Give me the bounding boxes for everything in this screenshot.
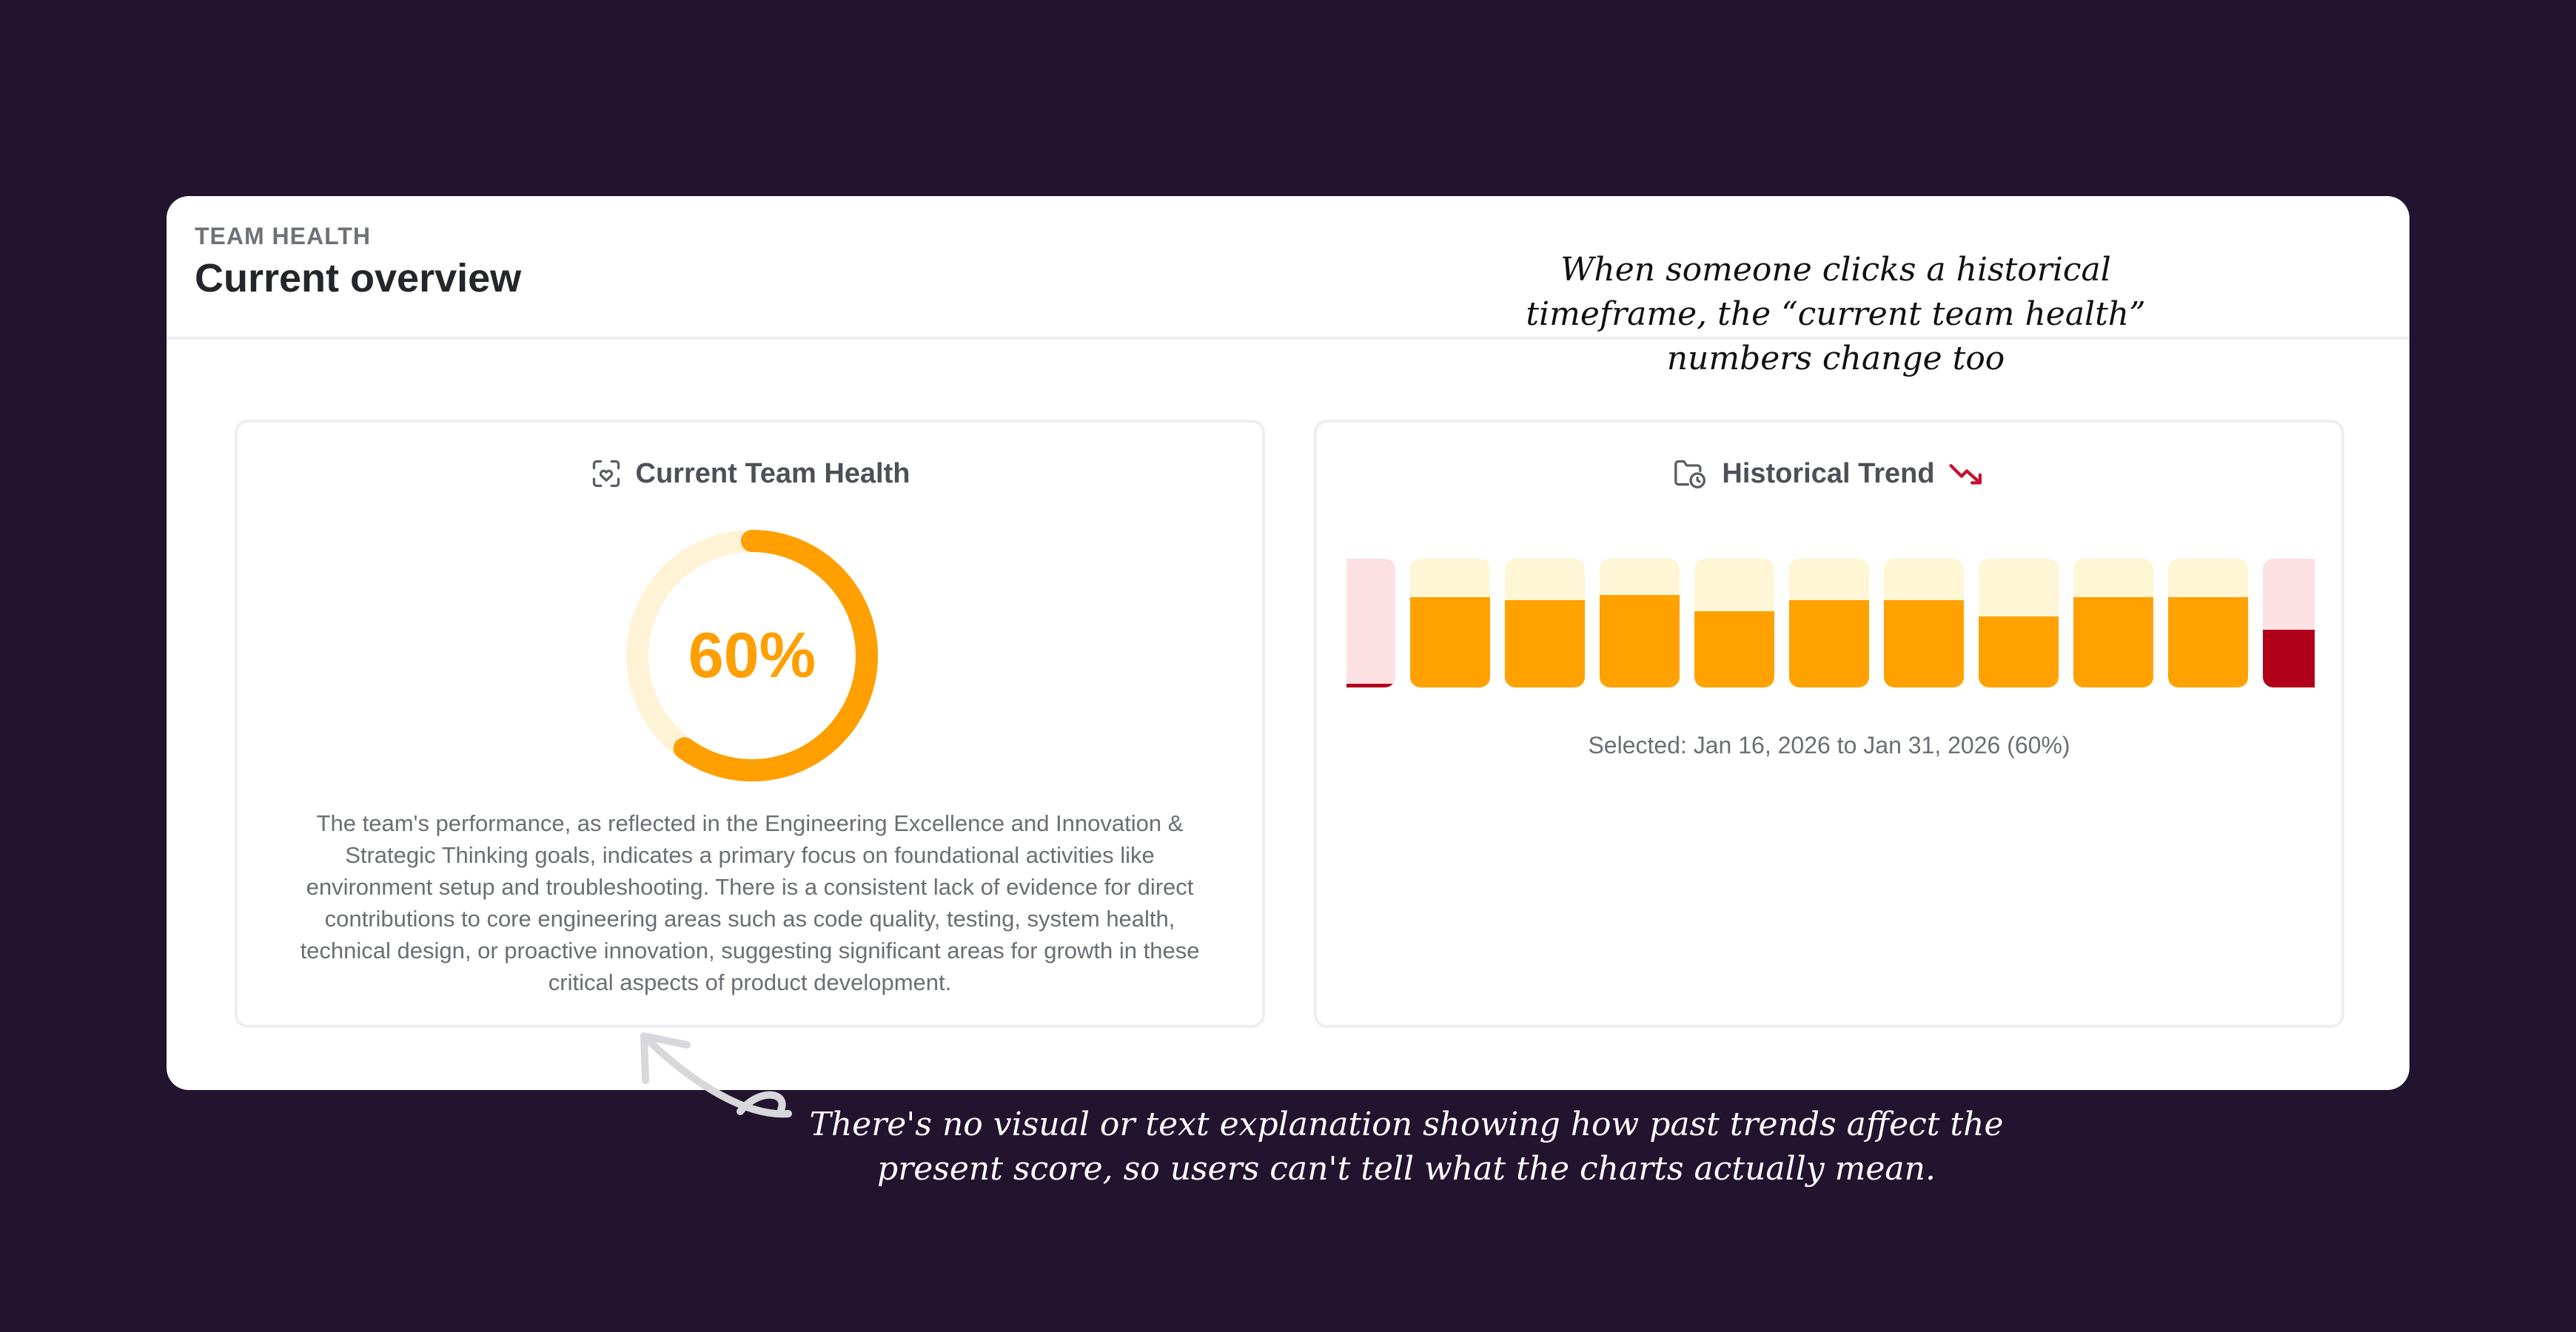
folder-clock-icon [1673, 457, 1708, 490]
trend-bar-6[interactable] [1789, 559, 1869, 687]
current-team-health-header: Current Team Health [238, 454, 1262, 494]
trend-bar-11[interactable] [2263, 559, 2315, 687]
historical-trend-panel: Historical Trend Selected: Jan 16, 2026 … [1314, 420, 2344, 1028]
trend-bar-fill [1505, 599, 1585, 687]
trend-bar-4[interactable] [1600, 559, 1680, 687]
trend-bar-8[interactable] [1979, 559, 2059, 687]
trend-bar-10[interactable] [2168, 559, 2248, 687]
section-eyebrow: TEAM HEALTH [195, 223, 371, 249]
health-description: The team's performance, as reflected in … [300, 810, 1200, 995]
health-donut-chart: 60% [623, 526, 882, 785]
trend-bar-5[interactable] [1694, 559, 1774, 687]
trend-bar-1[interactable] [1346, 559, 1395, 687]
selected-range-label: Selected: Jan 16, 2026 to Jan 31, 2026 (… [1588, 732, 2070, 758]
historical-trend-title: Historical Trend [1722, 457, 1935, 489]
trend-bar-fill [1600, 594, 1680, 687]
trend-bar-fill [1789, 599, 1869, 687]
trend-bar-fill [2168, 597, 2248, 687]
trend-down-icon [1948, 460, 1985, 487]
annotation-bottom: There's no visual or text explanation sh… [809, 1106, 2004, 1188]
trend-bar-fill [2073, 597, 2153, 687]
trend-bar-2[interactable] [1410, 559, 1490, 687]
trend-bar-fill [1410, 597, 1490, 687]
trend-bar-3[interactable] [1505, 559, 1585, 687]
trend-bar-fill [2263, 629, 2315, 687]
health-percentage: 60% [688, 619, 816, 691]
heart-scan-icon [590, 457, 623, 490]
trend-bar-7[interactable] [1884, 559, 1964, 687]
historical-trend-header: Historical Trend [1317, 454, 2341, 494]
historical-bar-chart [1346, 559, 2315, 687]
trend-bar-fill [1694, 611, 1774, 687]
page-title: Current overview [195, 256, 522, 300]
current-team-health-panel: Current Team Health 60% The team's perfo… [235, 420, 1265, 1028]
trend-bar-9[interactable] [2073, 559, 2153, 687]
annotation-top: When someone clicks a historical timefra… [1526, 251, 2146, 377]
trend-bar-fill [1979, 616, 2059, 687]
current-team-health-title: Current Team Health [635, 457, 910, 489]
trend-bar-fill [1346, 683, 1395, 687]
trend-bar-fill [1884, 599, 1964, 687]
